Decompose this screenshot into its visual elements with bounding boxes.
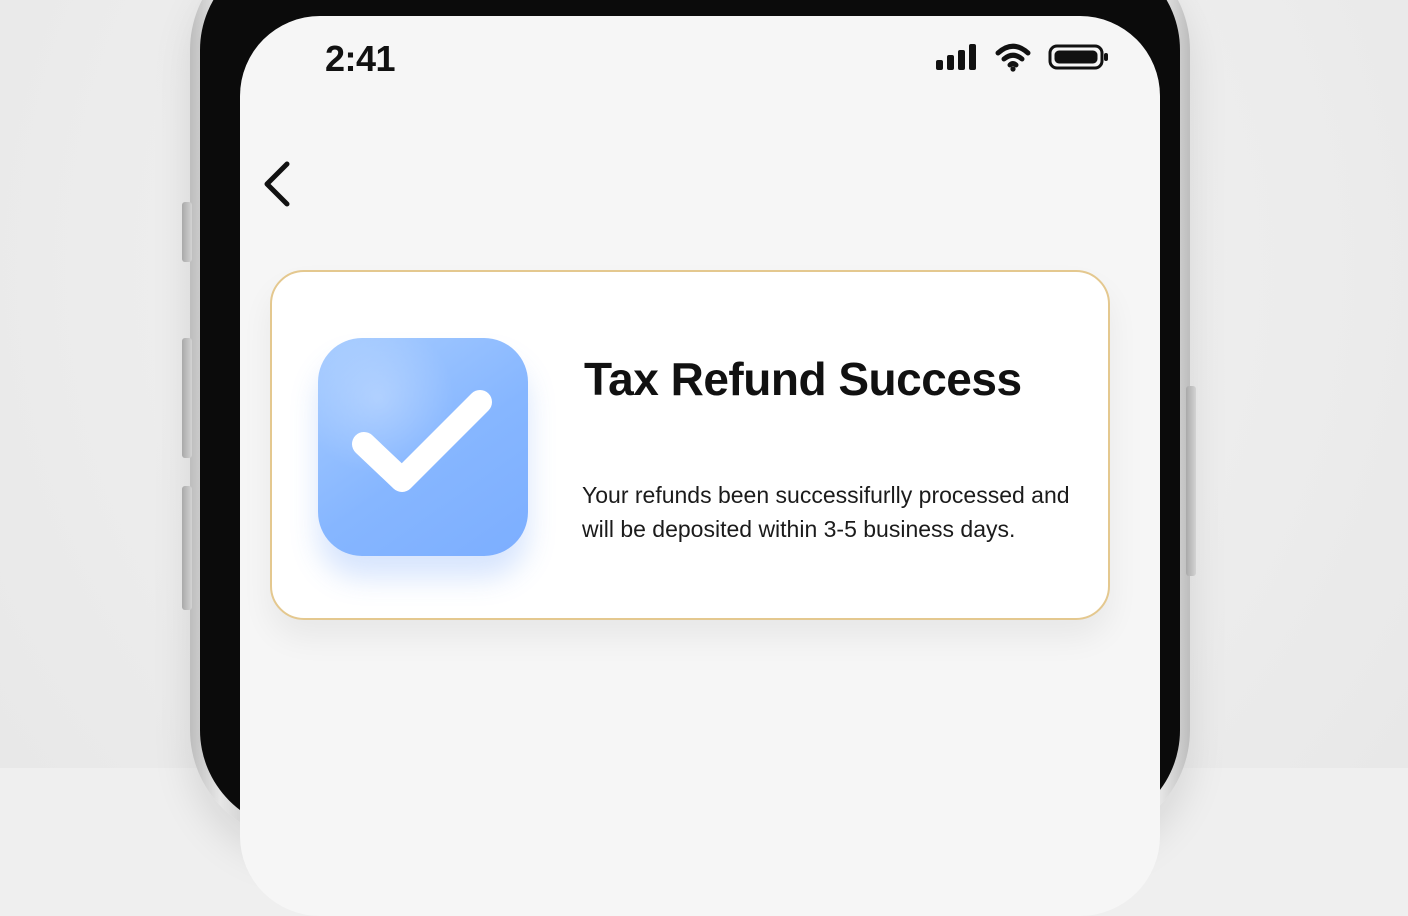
cellular-signal-icon [936,42,978,77]
back-button[interactable] [254,156,302,212]
success-icon-tile [318,338,528,556]
status-time: 2:41 [325,38,396,79]
card-message: Your refunds been successifurlly process… [582,482,1070,542]
action-button [182,202,192,262]
checkmark-icon [318,338,528,556]
tax-refund-success-card: Tax Refund Success Your refunds been suc… [270,270,1110,620]
wifi-icon [994,42,1032,77]
volume-down-button [182,486,192,610]
battery-icon [1048,42,1110,77]
power-button [1186,386,1196,576]
chevron-left-icon [254,156,302,215]
volume-up-button [182,338,192,458]
status-icons [936,42,1110,76]
card-title: Tax Refund Success [584,353,1022,405]
